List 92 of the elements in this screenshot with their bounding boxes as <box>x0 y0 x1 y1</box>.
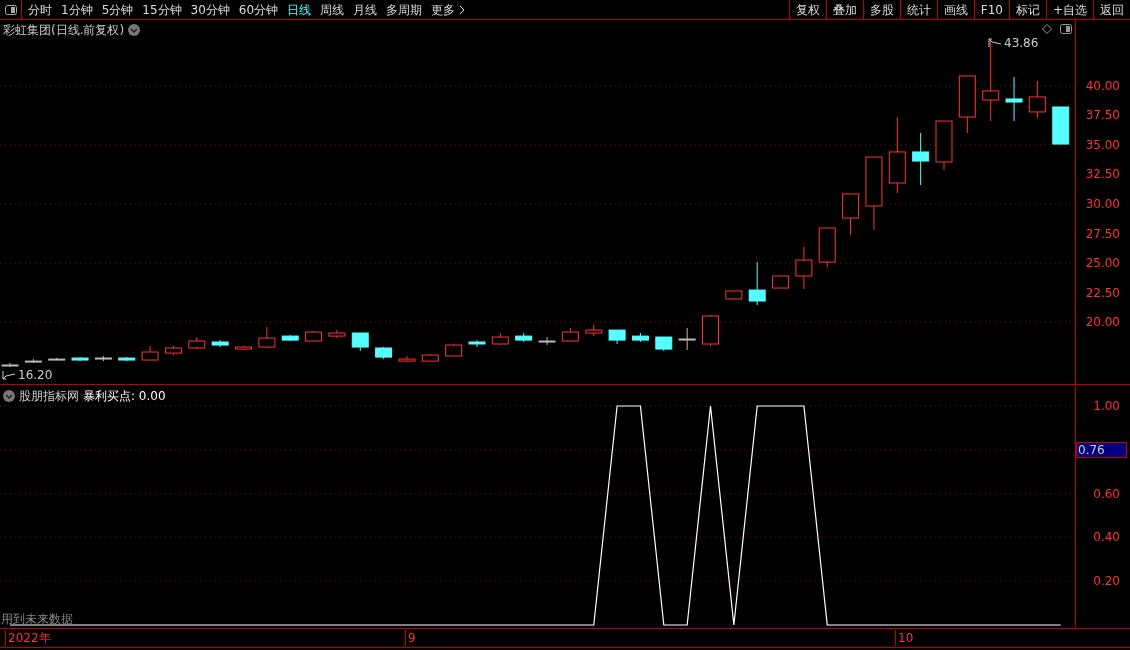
candlestick <box>678 327 696 351</box>
candlestick <box>351 332 369 352</box>
candlestick <box>258 326 276 349</box>
candlestick <box>211 339 229 348</box>
toolbar-button[interactable]: 统计 <box>899 0 937 19</box>
period-tab[interactable]: 分时 <box>28 0 52 19</box>
toolbar-button[interactable]: 画线 <box>936 0 974 19</box>
diamond-icon[interactable] <box>1042 24 1052 34</box>
price-axis-label: 32.50 <box>1085 168 1120 181</box>
candlestick <box>561 327 579 342</box>
date-axis-label: 9 <box>405 630 416 646</box>
indicator-name: 股朋指标网 <box>19 388 79 405</box>
candlestick <box>585 324 603 337</box>
candlestick <box>515 332 533 343</box>
period-tab[interactable]: 周线 <box>320 0 345 19</box>
candlestick <box>818 227 836 268</box>
candlestick <box>748 261 766 306</box>
candlestick <box>445 343 463 357</box>
candlestick <box>725 290 743 300</box>
candlestick <box>328 329 346 339</box>
candlestick <box>188 336 206 350</box>
candlestick <box>71 356 89 362</box>
toolbar-button[interactable]: 复权 <box>788 0 826 19</box>
candlestick <box>795 246 813 290</box>
candlestick <box>958 75 976 134</box>
indicator-value: : 0.00 <box>131 388 166 405</box>
panel-toggle-icon[interactable] <box>1060 24 1072 34</box>
candlestick <box>48 357 66 361</box>
indicator-axis-label: 0.40 <box>1093 531 1120 544</box>
candlestick <box>24 358 42 364</box>
price-axis-label: 22.50 <box>1085 286 1120 299</box>
candlestick <box>1005 76 1023 122</box>
candlestick <box>631 332 649 343</box>
candlestick <box>235 345 252 351</box>
indicator-axis-label: 0.20 <box>1093 575 1120 588</box>
candlestick <box>912 132 930 186</box>
candlestick <box>655 336 673 352</box>
indicator-axis-label: 0.60 <box>1093 487 1120 500</box>
toolbar-button[interactable]: F10 <box>973 0 1009 19</box>
period-tab[interactable]: 多周期 <box>386 0 423 19</box>
candlestick <box>375 346 393 360</box>
candlestick <box>305 330 323 342</box>
period-tab[interactable]: 5分钟 <box>101 0 134 19</box>
candlestick <box>164 345 182 356</box>
candlestick <box>538 336 556 346</box>
candlestick <box>608 329 626 345</box>
high-price-label: 43.86 <box>1004 35 1039 52</box>
toolbar-button[interactable]: 返回 <box>1093 0 1130 19</box>
cursor-value-label: 0.76 <box>1076 442 1127 458</box>
candlestick <box>772 275 790 289</box>
candlestick <box>141 345 159 361</box>
candlestick <box>842 193 860 236</box>
price-axis-label: 30.00 <box>1085 198 1120 210</box>
panel-toggle-icon[interactable] <box>4 4 17 15</box>
candlestick <box>281 334 299 342</box>
price-axis-label: 37.50 <box>1085 109 1120 122</box>
flag-pointer-icon <box>2 370 16 380</box>
date-axis-label: 10 <box>895 630 914 646</box>
future-data-notice: 用到未来数据 <box>1 613 73 625</box>
toolbar-button[interactable]: 多股 <box>862 0 900 19</box>
candlestick <box>118 356 136 362</box>
candlestick <box>398 355 416 363</box>
toolbar-button[interactable]: +自选 <box>1045 0 1093 19</box>
flag-pointer-icon <box>988 38 1002 48</box>
series-name: 暴利买点 <box>83 388 131 405</box>
date-axis-label: 2022年 <box>5 630 51 646</box>
price-axis-label: 35.00 <box>1085 139 1120 151</box>
toolbar-button[interactable]: 叠加 <box>825 0 863 19</box>
candlestick <box>702 314 719 347</box>
chevron-down-icon[interactable] <box>3 390 15 402</box>
indicator-axis-label: 1.00 <box>1093 400 1120 412</box>
price-axis-label: 25.00 <box>1085 257 1120 269</box>
period-tab[interactable]: 日线 <box>287 0 312 19</box>
candlestick <box>935 120 953 171</box>
price-axis-label: 40.00 <box>1085 79 1120 92</box>
period-tab[interactable]: 30分钟 <box>190 0 230 19</box>
chevron-right-icon <box>459 4 466 15</box>
chart-title: 彩虹集团(日线.前复权) <box>3 22 125 39</box>
candlestick <box>421 353 439 362</box>
price-axis-label: 20.00 <box>1085 316 1120 329</box>
candlestick <box>1028 80 1046 119</box>
period-tab[interactable]: 更多 <box>431 0 466 19</box>
period-tab[interactable]: 1分钟 <box>61 0 93 19</box>
low-price-label: 16.20 <box>18 369 53 381</box>
candlestick <box>1052 106 1070 145</box>
price-axis-label: 27.50 <box>1085 227 1120 240</box>
candlestick <box>491 332 509 346</box>
toolbar-button[interactable]: 标记 <box>1008 0 1046 19</box>
chevron-down-icon[interactable] <box>128 24 141 36</box>
period-tab[interactable]: 月线 <box>353 0 378 19</box>
period-tab[interactable]: 15分钟 <box>142 0 182 19</box>
period-tab[interactable]: 60分钟 <box>238 0 279 19</box>
